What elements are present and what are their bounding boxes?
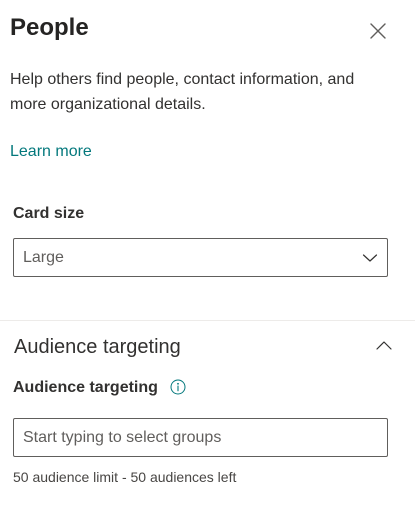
audience-targeting-label: Audience targeting	[13, 379, 158, 396]
people-settings-panel: People Help others find people, contact …	[0, 0, 415, 532]
card-size-dropdown[interactable]: Large	[13, 238, 388, 277]
learn-more-link[interactable]: Learn more	[10, 143, 92, 161]
panel-description: Help others find people, contact informa…	[10, 71, 355, 113]
audience-targeting-section-header[interactable]: Audience targeting	[0, 330, 415, 366]
card-size-label: Card size	[13, 205, 85, 222]
info-icon[interactable]	[170, 379, 186, 395]
chevron-up-icon	[376, 341, 392, 350]
audience-limit-text: 50 audience limit - 50 audiences left	[13, 469, 237, 485]
close-button[interactable]	[366, 19, 390, 43]
panel-title: People	[10, 14, 89, 41]
section-divider	[0, 320, 415, 321]
audience-groups-input[interactable]	[13, 418, 388, 457]
chevron-down-icon	[362, 254, 378, 262]
close-icon	[370, 23, 386, 39]
card-size-selected-value: Large	[23, 249, 64, 266]
section-title: Audience targeting	[14, 336, 181, 358]
